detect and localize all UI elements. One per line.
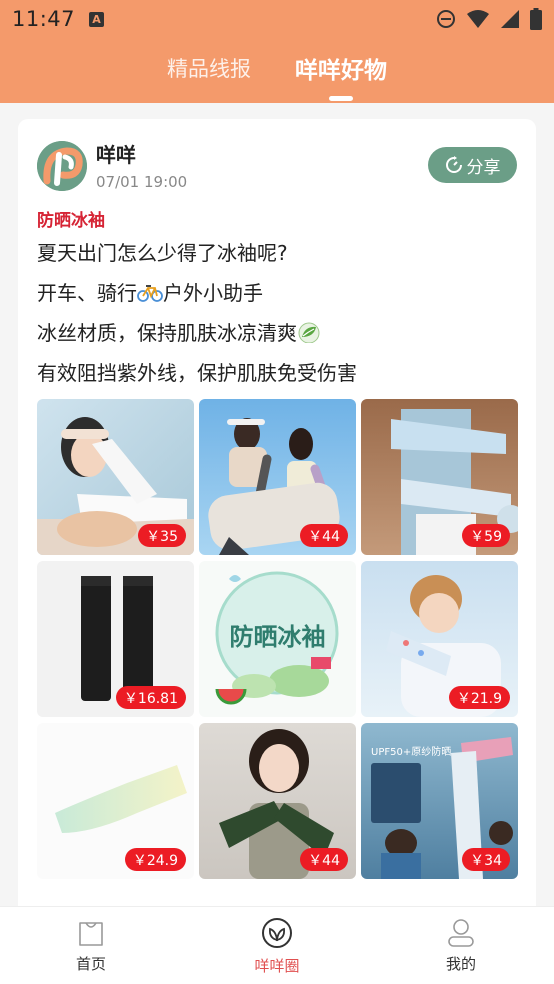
product-price: ￥59: [462, 524, 510, 547]
tab-deals[interactable]: 精品线报: [167, 53, 251, 89]
post-line-text: 冰丝材质，保持肌肤冰凉清爽: [37, 321, 297, 345]
product-tile[interactable]: ￥35: [37, 399, 194, 555]
product-tile[interactable]: UPF50+原纱防晒 ￥34: [361, 723, 518, 879]
circle-leaf-icon: [262, 918, 292, 948]
post-timestamp: 07/01 19:00: [96, 173, 188, 191]
nav-item-circle[interactable]: 咩咩圈: [232, 917, 322, 976]
product-price: ￥34: [462, 848, 510, 871]
post-line-text: 开车、骑行: [37, 281, 137, 305]
tab-deals-label: 精品线报: [167, 56, 251, 81]
post-line-text-after: 户外小助手: [163, 281, 263, 305]
nav-item-home[interactable]: 首页: [46, 917, 136, 974]
product-price: ￥44: [300, 524, 348, 547]
product-tile[interactable]: ￥59: [361, 399, 518, 555]
app-notification-icon: A: [89, 11, 105, 27]
home-bag-icon: [79, 922, 103, 946]
nav-label: 首页: [75, 955, 106, 973]
share-button[interactable]: 分享: [428, 147, 517, 183]
product-price: ￥44: [300, 848, 348, 871]
signal-icon: [501, 10, 519, 28]
product-price: ￥35: [138, 524, 186, 547]
bottom-nav: 首页 咩咩圈 我的: [0, 906, 554, 984]
post-line-4: 有效阻挡紫外线，保护肌肤免受伤害: [37, 357, 357, 386]
product-tile[interactable]: ￥21.9: [361, 561, 518, 717]
active-tab-indicator: [329, 95, 353, 101]
nav-label: 我的: [445, 955, 476, 973]
product-tile[interactable]: ￥16.81: [37, 561, 194, 717]
post-line-text: 有效阻挡紫外线，保护肌肤免受伤害: [37, 361, 357, 385]
promo-badge-text: 防晒冰袖: [229, 623, 326, 651]
bicycle-icon: [137, 285, 163, 302]
status-indicators: [436, 8, 542, 30]
tab-good-items-label: 咩咩好物: [295, 57, 387, 84]
post-line-text: 夏天出门怎么少得了冰袖呢?: [37, 241, 288, 265]
do-not-disturb-icon: [437, 10, 455, 28]
product-tile[interactable]: ￥44: [199, 723, 356, 879]
nav-label: 咩咩圈: [254, 957, 300, 975]
product-price: ￥24.9: [124, 848, 186, 871]
product-price: ￥21.9: [448, 686, 510, 709]
post-line-3: 冰丝材质，保持肌肤冰凉清爽: [37, 317, 321, 346]
post-line-1: 夏天出门怎么少得了冰袖呢?: [37, 237, 288, 266]
promo-tile[interactable]: 防晒冰袖: [199, 561, 356, 717]
avatar[interactable]: [37, 141, 87, 191]
nav-item-profile[interactable]: 我的: [416, 917, 506, 974]
status-time: 11:47: [12, 7, 76, 31]
battery-icon: [530, 8, 542, 30]
post-card: 咩咩 07/01 19:00 分享 防晒冰袖 夏天出门怎么少得了冰袖呢? 开车、…: [18, 119, 536, 919]
profile-icon: [448, 919, 474, 947]
product-tile[interactable]: ￥44: [199, 399, 356, 555]
post-line-2: 开车、骑行 户外小助手: [37, 277, 263, 306]
upf-label: UPF50+原纱防晒: [371, 747, 452, 758]
post-tag[interactable]: 防晒冰袖: [37, 206, 105, 231]
author-name: 咩咩: [96, 143, 136, 167]
leaf-icon: [298, 322, 320, 344]
share-refresh-icon: [445, 156, 462, 173]
wifi-icon: [467, 10, 489, 28]
tab-good-items[interactable]: 咩咩好物: [295, 51, 387, 101]
brand-logo-icon: [37, 141, 87, 191]
product-tile[interactable]: ￥24.9: [37, 723, 194, 879]
top-tab-bar: 精品线报 咩咩好物: [0, 38, 554, 103]
share-button-label: 分享: [466, 157, 501, 178]
product-price: ￥16.81: [115, 686, 186, 709]
status-bar: 11:47 A: [0, 0, 554, 38]
